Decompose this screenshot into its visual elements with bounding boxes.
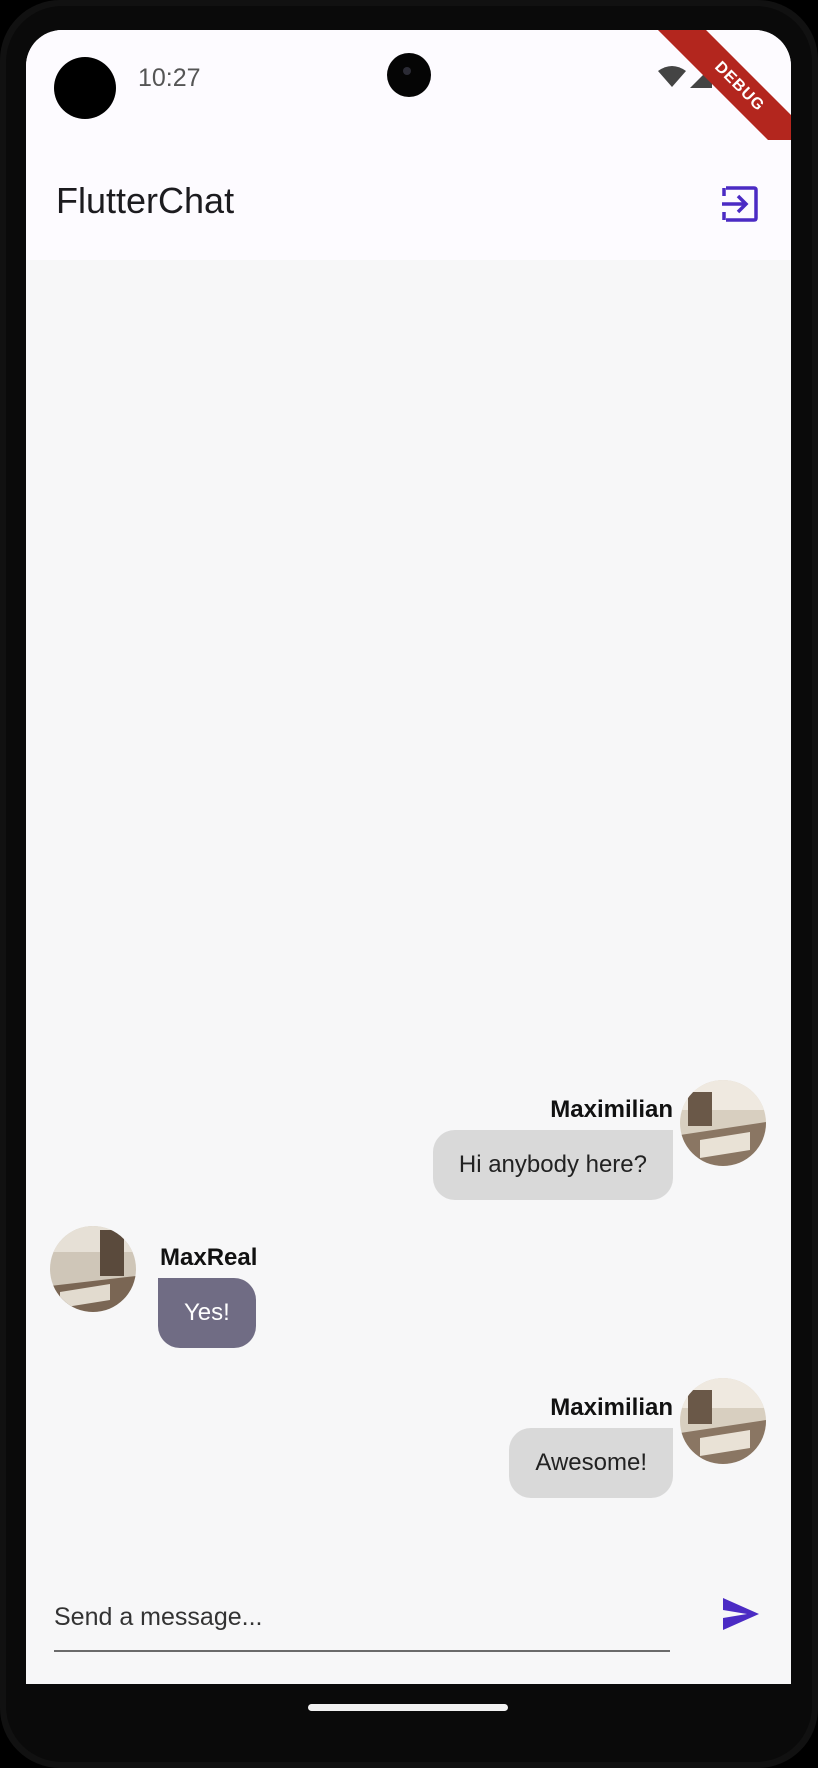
avatar bbox=[50, 1226, 136, 1312]
app-title: FlutterChat bbox=[56, 180, 235, 221]
message-bubble: Awesome! bbox=[509, 1428, 673, 1498]
status-time: 10:27 bbox=[138, 64, 201, 92]
front-camera bbox=[387, 53, 431, 97]
app-bar: FlutterChat bbox=[26, 140, 791, 260]
sender-name: Maximilian bbox=[550, 1394, 673, 1421]
notification-dot bbox=[54, 57, 116, 119]
avatar bbox=[680, 1080, 766, 1166]
chat-messages[interactable]: Maximilian Hi anybody here? MaxReal Yes!… bbox=[26, 260, 791, 1570]
avatar bbox=[680, 1378, 766, 1464]
message-bubble: Hi anybody here? bbox=[432, 1130, 673, 1200]
logout-icon[interactable] bbox=[720, 184, 760, 224]
system-nav-bar bbox=[0, 1684, 818, 1768]
message-bubble: Yes! bbox=[158, 1278, 256, 1348]
sender-name: MaxReal bbox=[160, 1244, 258, 1271]
message-input[interactable] bbox=[54, 1584, 670, 1652]
composer bbox=[26, 1570, 791, 1684]
sender-name: Maximilian bbox=[550, 1096, 673, 1123]
status-bar: 10:27 DEBUG bbox=[26, 30, 791, 177]
screen: 10:27 DEBUG FlutterChat Maximilian Hi an… bbox=[26, 30, 791, 1684]
send-icon[interactable] bbox=[719, 1592, 763, 1636]
home-indicator[interactable] bbox=[308, 1704, 508, 1711]
wifi-icon bbox=[658, 66, 686, 87]
device-frame: 10:27 DEBUG FlutterChat Maximilian Hi an… bbox=[0, 0, 818, 1768]
